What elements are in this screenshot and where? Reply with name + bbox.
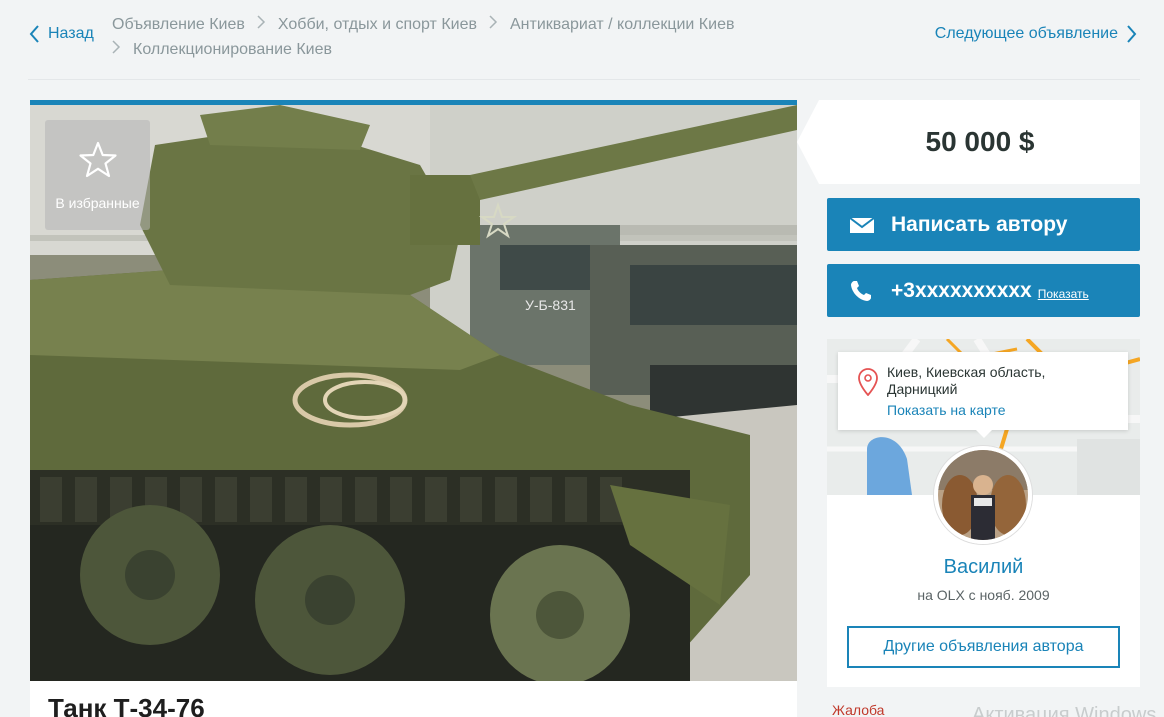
next-ad-label: Следующее объявление xyxy=(934,25,1118,42)
next-ad-link[interactable]: Следующее объявление xyxy=(935,24,1138,44)
plate-text: У-Б-831 xyxy=(525,297,576,313)
price-box: 50 000 $ xyxy=(820,100,1140,184)
envelope-icon xyxy=(849,216,875,233)
top-navigation: Назад Объявление Киев Хобби, отдых и спор… xyxy=(0,0,1164,80)
breadcrumb: Объявление Киев Хобби, отдых и спорт Киев… xyxy=(112,12,792,62)
location-address: Киев, Киевская область, Дарницкий xyxy=(887,364,1046,397)
complaint-link[interactable]: Жалоба xyxy=(832,702,884,717)
show-on-map-link[interactable]: Показать на карте xyxy=(887,402,1006,418)
phone-icon xyxy=(851,280,871,301)
write-to-author-button[interactable]: Написать автору xyxy=(827,198,1140,251)
divider xyxy=(28,79,1140,80)
avatar-photo xyxy=(938,450,1028,540)
other-ads-button[interactable]: Другие объявления автора xyxy=(847,626,1120,668)
price-value: 50 000 $ xyxy=(925,126,1035,157)
avatar[interactable] xyxy=(934,446,1032,544)
add-to-favorites-button[interactable]: В избранные xyxy=(45,120,150,230)
write-label: Написать автору xyxy=(891,212,1068,236)
price-notch xyxy=(797,100,821,184)
photo-gallery[interactable]: У-Б-831 В избранные xyxy=(30,100,797,681)
star-icon xyxy=(78,141,117,178)
windows-activation-watermark: Активация Windows xyxy=(972,704,1157,717)
other-ads-label: Другие объявления автора xyxy=(883,638,1084,655)
seller-since: на OLX с нояб. 2009 xyxy=(917,587,1050,603)
breadcrumb-item[interactable]: Коллекционирование Киев xyxy=(133,37,332,62)
breadcrumb-item[interactable]: Антиквариат / коллекции Киев xyxy=(510,12,734,37)
breadcrumb-item[interactable]: Объявление Киев xyxy=(112,12,245,37)
map-pin-icon xyxy=(858,368,878,396)
chevron-left-icon xyxy=(29,25,39,43)
show-phone-link[interactable]: Показать xyxy=(1038,287,1089,301)
phone-number: +3xxxxxxxxxx xyxy=(891,278,1032,302)
seller-name[interactable]: Василий xyxy=(827,556,1140,579)
breadcrumb-item[interactable]: Хобби, отдых и спорт Киев xyxy=(278,12,477,37)
ad-title: Танк Т-34-76 xyxy=(48,693,205,717)
location-card: Киев, Киевская область, Дарницкий Показа… xyxy=(838,352,1128,438)
chevron-right-icon xyxy=(112,37,121,62)
ad-title-box: Танк Т-34-76 xyxy=(30,681,797,717)
back-link[interactable]: Назад xyxy=(28,24,94,44)
favorites-label: В избранные xyxy=(55,195,140,211)
chevron-right-icon xyxy=(1127,25,1137,43)
chevron-right-icon xyxy=(489,12,498,37)
seller-card: Киев, Киевская область, Дарницкий Показа… xyxy=(827,339,1140,687)
phone-button[interactable]: +3xxxxxxxxxx Показать xyxy=(827,264,1140,317)
back-label: Назад xyxy=(48,25,94,42)
chevron-right-icon xyxy=(257,12,266,37)
